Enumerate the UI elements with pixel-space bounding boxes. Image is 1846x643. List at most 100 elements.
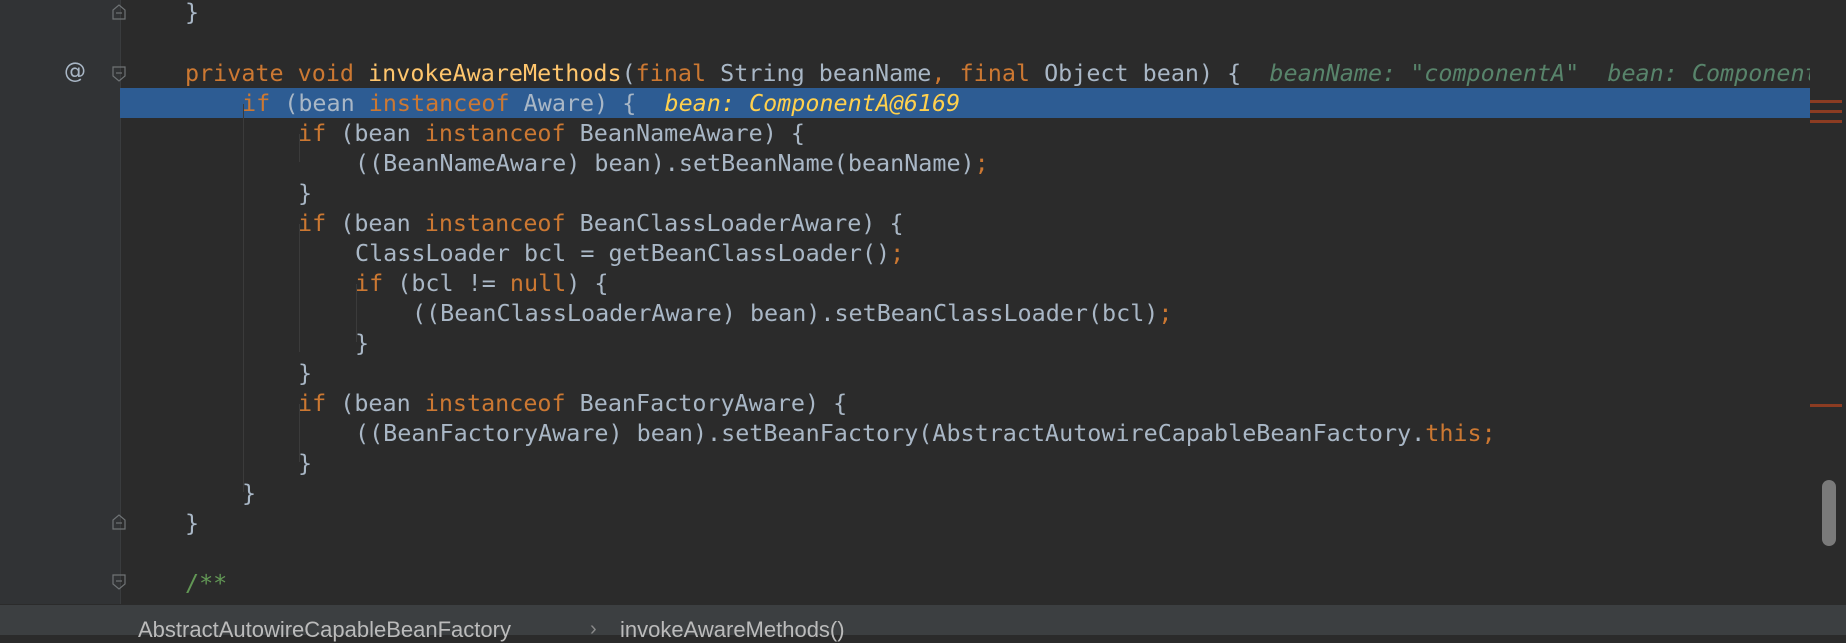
code-line[interactable]: } bbox=[0, 358, 1810, 388]
code-line[interactable]: ((BeanFactoryAware) bean).setBeanFactory… bbox=[0, 418, 1810, 448]
code-token: ) { bbox=[566, 269, 609, 297]
code-token: invokeAwareMethods bbox=[368, 59, 622, 87]
breadcrumb-class[interactable]: AbstractAutowireCapableBeanFactory bbox=[138, 617, 511, 643]
error-stripe-marker[interactable] bbox=[1810, 404, 1842, 407]
code-text: } bbox=[242, 478, 256, 508]
breadcrumb: AbstractAutowireCapableBeanFactory › inv… bbox=[0, 604, 1846, 642]
code-token: BeanFactoryAware) { bbox=[579, 389, 848, 417]
code-line[interactable]: ((BeanNameAware) bean).setBeanName(beanN… bbox=[0, 148, 1810, 178]
code-token: instanceof bbox=[424, 119, 580, 147]
code-line[interactable]: } bbox=[0, 0, 1810, 27]
code-token: BeanNameAware) { bbox=[579, 119, 805, 147]
code-text: if (bean instanceof BeanNameAware) { bbox=[298, 118, 805, 148]
code-token: , final bbox=[931, 59, 1045, 87]
code-token: private void bbox=[185, 59, 369, 87]
code-text: if (bean instanceof BeanFactoryAware) { bbox=[298, 388, 847, 418]
code-token: (bcl != bbox=[397, 269, 510, 297]
code-token: } bbox=[298, 449, 313, 477]
code-token: final bbox=[635, 59, 721, 87]
indent-guide bbox=[299, 404, 300, 462]
code-text: if (bcl != null) { bbox=[355, 268, 609, 298]
fold-collapse-icon[interactable] bbox=[112, 574, 126, 590]
code-token: null bbox=[509, 269, 567, 297]
code-token: ClassLoader bcl = getBeanClassLoader() bbox=[355, 239, 891, 267]
indent-guide bbox=[243, 104, 244, 492]
execution-point-line[interactable]: if (bean instanceof Aware) { bean: Compo… bbox=[120, 88, 1810, 118]
indent-guide bbox=[299, 134, 300, 162]
error-stripe-marker[interactable] bbox=[1810, 100, 1842, 103]
code-text: if (bean instanceof BeanClassLoaderAware… bbox=[298, 208, 904, 238]
error-stripe-marker[interactable] bbox=[1810, 110, 1842, 113]
code-text: } bbox=[298, 448, 312, 478]
error-stripe-marker[interactable] bbox=[1810, 120, 1842, 123]
code-token: BeanClassLoaderAware) { bbox=[579, 209, 904, 237]
code-token: if bbox=[355, 269, 398, 297]
code-token: } bbox=[242, 479, 257, 507]
code-token: instanceof bbox=[424, 389, 580, 417]
debugger-inline-hint: beanName: "componentA" bean: ComponentA@ bbox=[1241, 59, 1846, 87]
indent-guide bbox=[299, 224, 300, 352]
code-token: if bbox=[242, 89, 285, 117]
code-text: } bbox=[298, 178, 312, 208]
fold-end-icon[interactable] bbox=[112, 4, 126, 20]
code-line[interactable]: if (bean instanceof BeanFactoryAware) { bbox=[0, 388, 1810, 418]
code-text: } bbox=[298, 358, 312, 388]
code-token: ; bbox=[1481, 419, 1496, 447]
code-text: ClassLoader bcl = getBeanClassLoader(); bbox=[355, 238, 904, 268]
code-token: } bbox=[298, 359, 313, 387]
code-text: /** bbox=[185, 568, 227, 598]
code-token: } bbox=[185, 0, 200, 26]
code-token: if bbox=[298, 209, 341, 237]
scrollbar-thumb[interactable] bbox=[1822, 480, 1836, 546]
code-text: } bbox=[185, 508, 199, 538]
code-line[interactable]: } bbox=[0, 178, 1810, 208]
code-token: this bbox=[1425, 419, 1482, 447]
code-text: ((BeanFactoryAware) bean).setBeanFactory… bbox=[355, 418, 1496, 448]
breadcrumb-method[interactable]: invokeAwareMethods() bbox=[620, 617, 845, 643]
code-text: ((BeanNameAware) bean).setBeanName(beanN… bbox=[355, 148, 989, 178]
code-editor[interactable]: } private void invokeAwareMethods(final S… bbox=[0, 0, 1846, 604]
indent-guide bbox=[356, 284, 357, 342]
code-line[interactable]: private void invokeAwareMethods(final St… bbox=[0, 58, 1846, 88]
code-token: (bean bbox=[340, 389, 425, 417]
code-token: } bbox=[185, 509, 200, 537]
code-token: ; bbox=[890, 239, 905, 267]
code-token: if bbox=[298, 389, 341, 417]
code-line[interactable]: if (bcl != null) { bbox=[0, 268, 1810, 298]
code-text: if (bean instanceof Aware) { bean: Compo… bbox=[242, 88, 960, 118]
code-line[interactable]: if (bean instanceof BeanNameAware) { bbox=[0, 118, 1810, 148]
code-token: ; bbox=[974, 149, 989, 177]
code-text: private void invokeAwareMethods(final St… bbox=[185, 58, 1846, 88]
code-token: (bean bbox=[340, 209, 425, 237]
code-text: ((BeanClassLoaderAware) bean).setBeanCla… bbox=[412, 298, 1172, 328]
code-line[interactable]: } bbox=[0, 448, 1810, 478]
code-line[interactable]: ClassLoader bcl = getBeanClassLoader(); bbox=[0, 238, 1810, 268]
code-line[interactable]: } bbox=[0, 508, 1810, 538]
code-token: ( bbox=[621, 59, 636, 87]
code-token: instanceof bbox=[368, 89, 524, 117]
code-token: /** bbox=[185, 569, 228, 597]
code-line[interactable]: ((BeanClassLoaderAware) bean).setBeanCla… bbox=[0, 298, 1810, 328]
code-token: ; bbox=[1158, 299, 1173, 327]
code-line[interactable]: /** bbox=[0, 568, 1810, 598]
fold-collapse-icon[interactable] bbox=[112, 66, 126, 82]
code-token: ((BeanNameAware) bean).setBeanName(beanN… bbox=[355, 149, 975, 177]
code-text: } bbox=[185, 0, 199, 27]
code-token: } bbox=[298, 179, 313, 207]
fold-end-icon[interactable] bbox=[112, 514, 126, 530]
vertical-scrollbar[interactable] bbox=[1810, 0, 1846, 604]
code-token: (bean bbox=[340, 119, 425, 147]
breadcrumb-separator-icon: › bbox=[590, 618, 597, 640]
code-line[interactable]: } bbox=[0, 478, 1810, 508]
code-line[interactable]: } bbox=[0, 328, 1810, 358]
debugger-inline-hint: bean: ComponentA@6169 bbox=[636, 89, 961, 117]
code-token: if bbox=[298, 119, 341, 147]
code-text: } bbox=[355, 328, 369, 358]
code-token: String beanName bbox=[720, 59, 932, 87]
code-line[interactable]: if (bean instanceof BeanClassLoaderAware… bbox=[0, 208, 1810, 238]
code-token: Object bean) { bbox=[1044, 59, 1242, 87]
code-token: } bbox=[355, 329, 370, 357]
code-token: Aware) { bbox=[523, 89, 637, 117]
code-token: instanceof bbox=[424, 209, 580, 237]
code-token: ((BeanClassLoaderAware) bean).setBeanCla… bbox=[412, 299, 1159, 327]
